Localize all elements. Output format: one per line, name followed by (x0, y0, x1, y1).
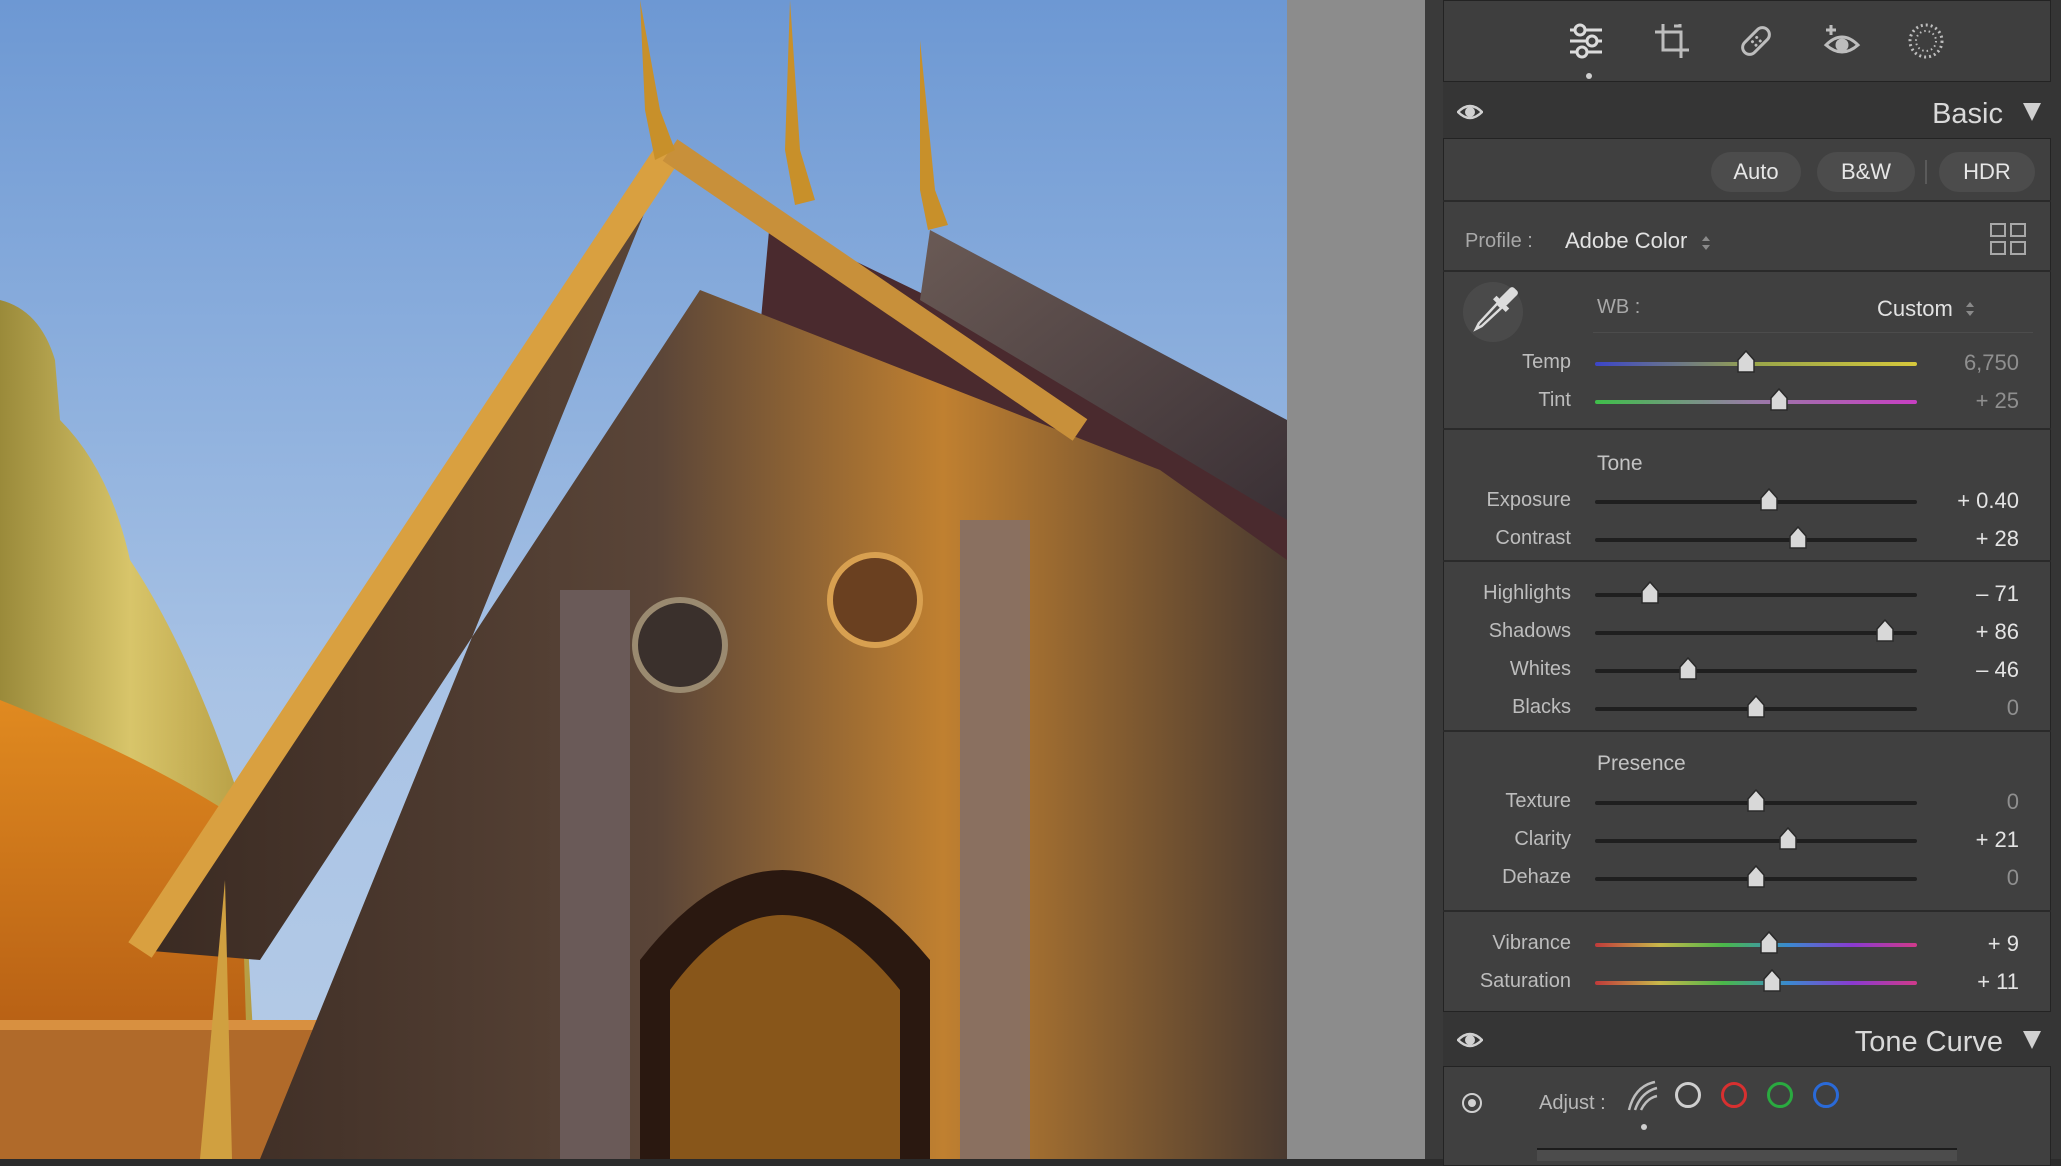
separator (1443, 428, 2051, 430)
profile-browser-icon[interactable] (1989, 222, 2029, 263)
texture-label: Texture (1505, 790, 1571, 812)
separator (1443, 560, 2051, 562)
saturation-slider-thumb[interactable] (1762, 968, 1782, 993)
parametric-curve-icon[interactable] (1625, 1078, 1661, 1119)
wb-select[interactable]: Custom (1877, 296, 1953, 322)
collapse-triangle-icon[interactable] (2023, 1031, 2041, 1049)
curve-graph[interactable] (1537, 1148, 1957, 1161)
temple-photo (0, 0, 1287, 1159)
wb-label: WB : (1597, 296, 1641, 318)
vibrance-slider-track[interactable] (1595, 943, 1917, 947)
panel-divider[interactable] (1425, 0, 1443, 1159)
temp-value[interactable]: 6,750 (1933, 350, 2019, 376)
profile-stepper-icon[interactable] (1701, 234, 1711, 257)
active-tool-indicator (1586, 73, 1592, 79)
shadows-slider-track[interactable] (1595, 631, 1917, 635)
texture-slider-thumb[interactable] (1746, 788, 1766, 813)
highlights-slider-thumb[interactable] (1640, 580, 1660, 605)
whites-label: Whites (1509, 658, 1571, 680)
basic-title: Basic (1932, 98, 2003, 130)
tone-heading: Tone (1597, 452, 1643, 475)
auto-button[interactable]: Auto (1711, 152, 1801, 192)
blacks-slider-thumb[interactable] (1746, 694, 1766, 719)
separator (1443, 200, 2051, 202)
tint-slider-thumb[interactable] (1769, 387, 1789, 412)
contrast-label: Contrast (1495, 527, 1571, 549)
vibrance-value[interactable]: + 9 (1933, 931, 2019, 957)
active-channel-dot (1641, 1124, 1647, 1130)
highlights-label: Highlights (1483, 582, 1571, 604)
crop-icon[interactable] (1650, 19, 1694, 63)
canvas-margin (1287, 0, 1425, 1159)
temp-label: Temp (1522, 351, 1571, 373)
eyedropper-icon[interactable] (1461, 280, 1525, 349)
contrast-slider-thumb[interactable] (1788, 525, 1808, 550)
presence-heading: Presence (1597, 752, 1686, 775)
tint-slider-track[interactable] (1595, 400, 1917, 404)
healing-icon[interactable] (1734, 19, 1778, 63)
clarity-slider-thumb[interactable] (1778, 826, 1798, 851)
whites-slider-thumb[interactable] (1678, 656, 1698, 681)
contrast-slider-track[interactable] (1595, 538, 1917, 542)
separator (1443, 730, 2051, 732)
tone-curve-title: Tone Curve (1854, 1026, 2003, 1058)
contrast-value[interactable]: + 28 (1933, 526, 2019, 552)
dehaze-label: Dehaze (1502, 866, 1571, 888)
texture-value[interactable]: 0 (1933, 789, 2019, 815)
saturation-value[interactable]: + 11 (1933, 969, 2019, 995)
clarity-label: Clarity (1514, 828, 1571, 850)
vibrance-label: Vibrance (1492, 932, 1571, 954)
saturation-slider-track[interactable] (1595, 981, 1917, 985)
button-divider (1925, 160, 1927, 184)
clarity-value[interactable]: + 21 (1933, 827, 2019, 853)
blacks-label: Blacks (1512, 696, 1571, 718)
blue-channel-button[interactable] (1813, 1082, 1839, 1108)
edit-sliders-icon[interactable] (1564, 19, 1608, 63)
saturation-label: Saturation (1479, 970, 1571, 992)
dehaze-slider-thumb[interactable] (1746, 864, 1766, 889)
blacks-value[interactable]: 0 (1933, 695, 2019, 721)
target-adjust-icon[interactable] (1461, 1092, 1483, 1119)
green-channel-button[interactable] (1767, 1082, 1793, 1108)
wb-stepper-icon[interactable] (1965, 300, 1975, 323)
tone-curve-header[interactable]: Tone Curve (1443, 1016, 2051, 1066)
red-channel-button[interactable] (1721, 1082, 1747, 1108)
temp-slider-thumb[interactable] (1736, 349, 1756, 374)
red-eye-icon[interactable] (1820, 19, 1864, 63)
whites-value[interactable]: – 46 (1933, 657, 2019, 683)
point-curve-button[interactable] (1675, 1082, 1701, 1108)
shadows-value[interactable]: + 86 (1933, 619, 2019, 645)
vibrance-slider-thumb[interactable] (1759, 930, 1779, 955)
tint-label: Tint (1538, 389, 1571, 411)
shadows-slider-thumb[interactable] (1875, 618, 1895, 643)
exposure-value[interactable]: + 0.40 (1933, 488, 2019, 514)
adjust-label: Adjust : (1539, 1092, 1606, 1114)
profile-select[interactable]: Adobe Color (1565, 228, 1687, 254)
exposure-label: Exposure (1486, 489, 1572, 511)
eye-icon[interactable] (1456, 1029, 1484, 1056)
basic-header[interactable]: Basic (1443, 88, 2051, 138)
photo-preview[interactable] (0, 0, 1287, 1159)
tool-strip (1443, 0, 2051, 82)
tint-value[interactable]: + 25 (1933, 388, 2019, 414)
clarity-slider-track[interactable] (1595, 839, 1917, 843)
hdr-button[interactable]: HDR (1939, 152, 2035, 192)
separator (1443, 270, 2051, 272)
collapse-triangle-icon[interactable] (2023, 103, 2041, 121)
bw-button[interactable]: B&W (1817, 152, 1915, 192)
shadows-label: Shadows (1488, 620, 1571, 642)
develop-panel: Basic Auto B&W HDR Profile : Adobe Color… (1443, 0, 2061, 1166)
dehaze-value[interactable]: 0 (1933, 865, 2019, 891)
exposure-slider-thumb[interactable] (1759, 487, 1779, 512)
profile-label: Profile : (1465, 230, 1533, 252)
whites-slider-track[interactable] (1595, 669, 1917, 673)
exposure-slider-track[interactable] (1595, 500, 1917, 504)
separator (1443, 910, 2051, 912)
masking-icon[interactable] (1904, 19, 1948, 63)
highlights-value[interactable]: – 71 (1933, 581, 2019, 607)
eye-icon[interactable] (1456, 101, 1484, 128)
